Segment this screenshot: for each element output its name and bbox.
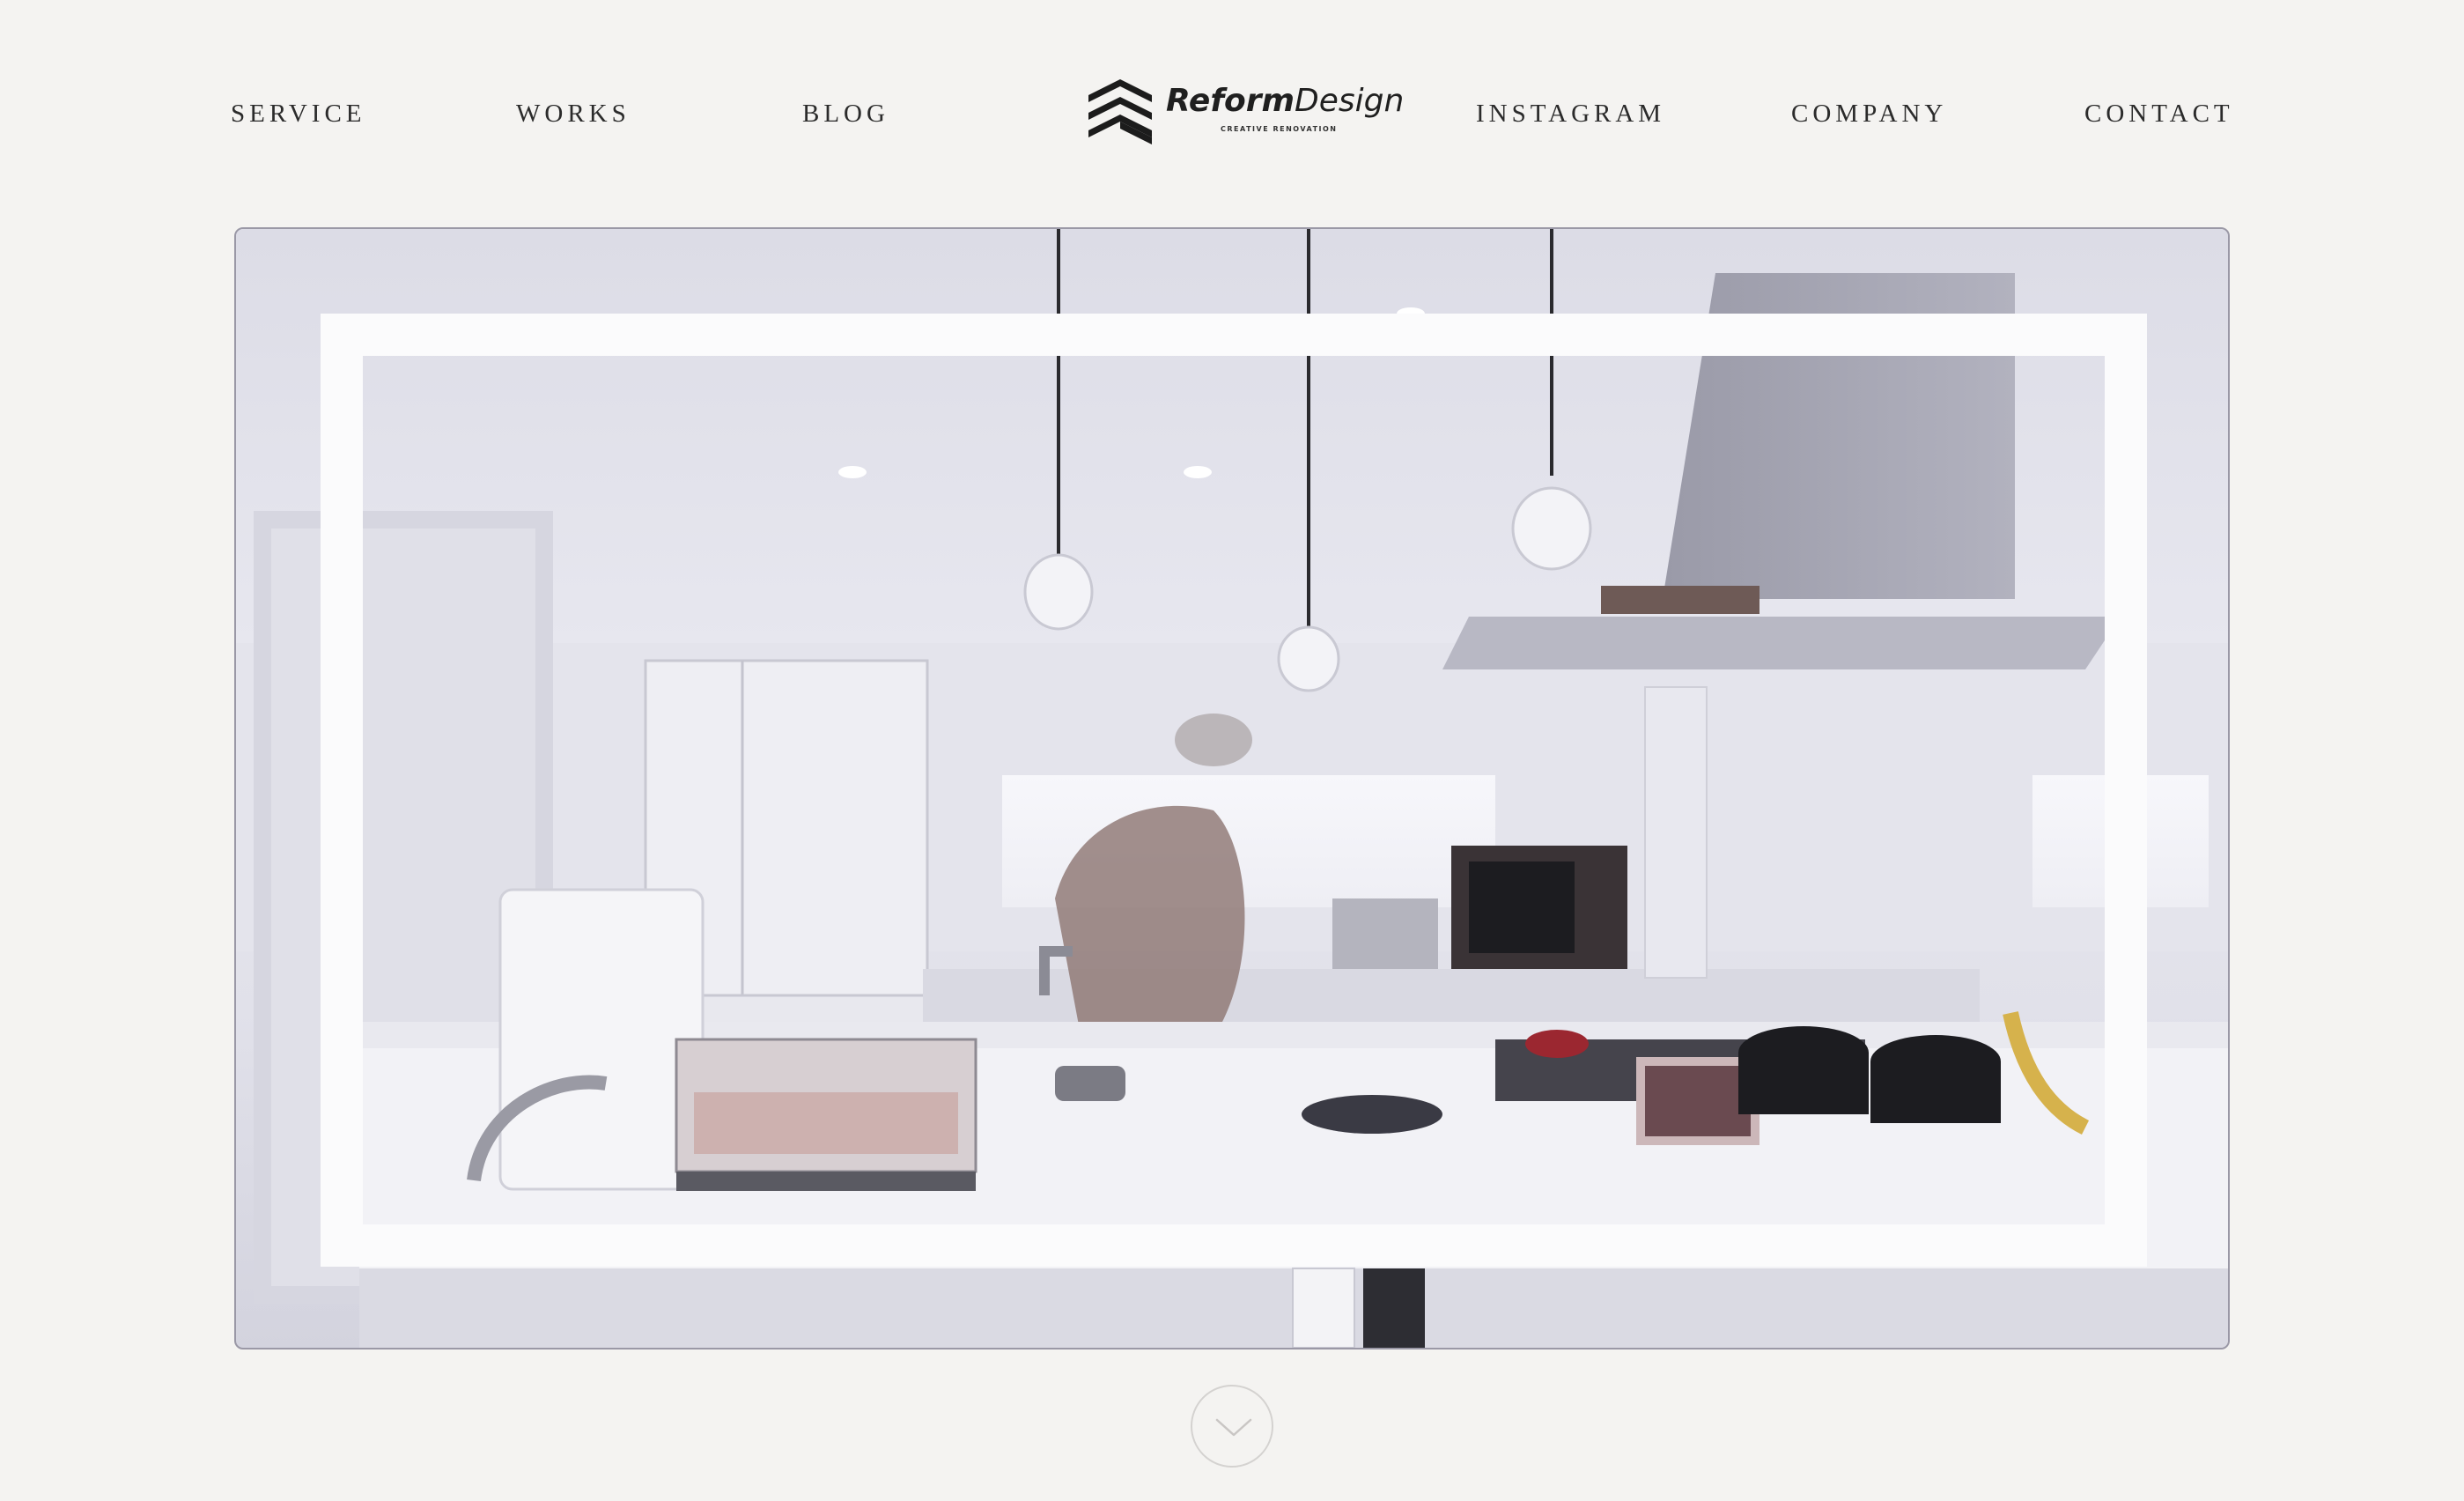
logo-wordmark-bold: Reform — [1166, 83, 1295, 119]
nav-contact[interactable]: CONTACT — [2084, 100, 2234, 129]
logo[interactable]: ReformDesign CREATIVE RENOVATION — [1088, 79, 1404, 150]
logo-wordmark: ReformDesign — [1166, 83, 1404, 119]
hero-frame-overlay — [321, 314, 2147, 1267]
hero-image — [234, 227, 2230, 1349]
logo-mark-icon — [1088, 79, 1152, 144]
nav-company[interactable]: COMPANY — [1791, 100, 1947, 129]
logo-tagline: CREATIVE RENOVATION — [1221, 125, 1338, 133]
nav-blog[interactable]: BLOG — [802, 100, 889, 129]
scroll-down-button[interactable] — [1191, 1385, 1273, 1468]
nav-instagram[interactable]: INSTAGRAM — [1476, 100, 1665, 129]
nav-works[interactable]: WORKS — [516, 100, 631, 129]
chevron-down-icon — [1215, 1418, 1252, 1437]
logo-wordmark-light: Design — [1295, 83, 1405, 119]
nav-service[interactable]: SERVICE — [231, 100, 366, 129]
